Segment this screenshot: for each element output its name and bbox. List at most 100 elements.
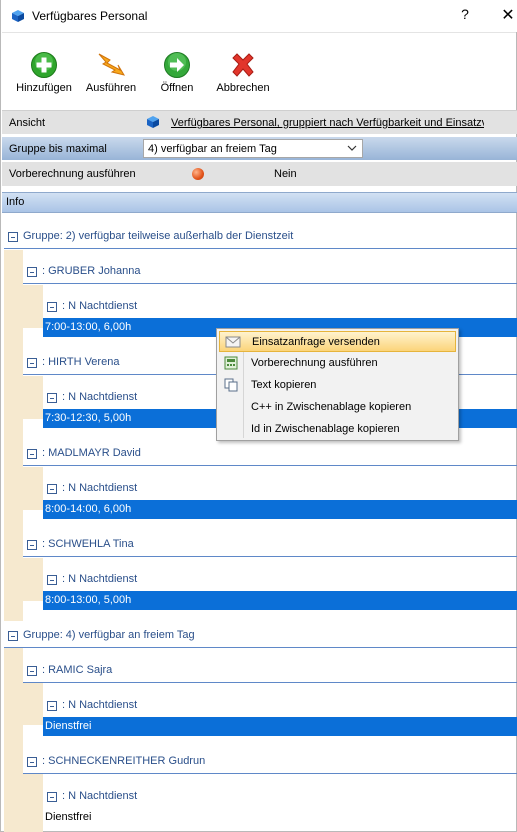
detail-text: 7:30-12:30, 5,00h xyxy=(45,412,132,424)
cancel-label: Abbrechen xyxy=(216,82,270,94)
collapse-icon[interactable] xyxy=(47,701,57,711)
context-menu: Einsatzanfrage versenden Vorberechnung a… xyxy=(216,328,459,441)
person-name: : MADLMAYR David xyxy=(42,447,141,459)
collapse-icon[interactable] xyxy=(47,302,57,312)
collapse-icon[interactable] xyxy=(8,232,18,242)
indent-band xyxy=(23,467,43,510)
indent-band xyxy=(23,558,43,601)
group-label: Gruppe: 4) verfügbar an freiem Tag xyxy=(23,629,195,641)
indent-band xyxy=(23,682,43,725)
menu-item-label: C++ in Zwischenablage kopieren xyxy=(251,401,412,413)
person-node[interactable]: : SCHNECKENREITHER Gudrun xyxy=(27,753,507,773)
indent-band xyxy=(4,647,23,832)
add-label: Hinzufügen xyxy=(16,82,72,94)
cancel-button[interactable]: Abbrechen xyxy=(215,51,271,94)
collapse-icon[interactable] xyxy=(27,267,37,277)
shift-label: : N Nachtdienst xyxy=(62,391,138,403)
shift-node[interactable]: : N Nachtdienst xyxy=(47,571,507,591)
person-name: : SCHWEHLA Tina xyxy=(42,538,134,550)
open-label: Öffnen xyxy=(160,82,194,94)
collapse-icon[interactable] xyxy=(27,757,37,767)
close-button[interactable]: ✕ xyxy=(498,5,517,25)
run-label: Ausführen xyxy=(85,82,137,94)
menu-item-id-kopieren[interactable]: Id in Zwischenablage kopieren xyxy=(219,419,456,440)
detail-row[interactable]: 8:00-13:00, 5,00h xyxy=(43,591,517,610)
menu-item-vorberechnung[interactable]: Vorberechnung ausführen xyxy=(219,353,456,374)
indent-band xyxy=(4,250,23,621)
detail-text: 8:00-13:00, 5,00h xyxy=(45,594,132,606)
collapse-icon[interactable] xyxy=(27,358,37,368)
detail-row[interactable]: 8:00-14:00, 6,00h xyxy=(43,500,517,519)
gruppe-select-value: 4) verfügbar an freiem Tag xyxy=(148,143,277,155)
ansicht-row: Ansicht Verfügbares Personal, gruppiert … xyxy=(2,110,517,134)
vorberechnung-row: Vorberechnung ausführen Nein xyxy=(2,162,517,186)
toolbar: Hinzufügen Ausführen Öffnen Abbrechen xyxy=(2,32,516,104)
shift-label: : N Nachtdienst xyxy=(62,573,138,585)
divider xyxy=(4,647,517,648)
person-node[interactable]: : MADLMAYR David xyxy=(27,445,507,465)
menu-item-label: Einsatzanfrage versenden xyxy=(252,336,380,348)
divider xyxy=(23,465,517,466)
collapse-icon[interactable] xyxy=(47,575,57,585)
status-dot-icon[interactable] xyxy=(192,168,204,180)
indent-band xyxy=(23,773,43,832)
vorberechnung-value: Nein xyxy=(274,168,297,180)
chevron-down-icon xyxy=(347,141,357,158)
divider xyxy=(23,556,517,557)
shift-label: : N Nachtdienst xyxy=(62,300,138,312)
divider xyxy=(23,773,517,774)
info-header-label: Info xyxy=(6,196,25,208)
collapse-icon[interactable] xyxy=(47,393,57,403)
shift-label: : N Nachtdienst xyxy=(62,699,138,711)
group-node[interactable]: Gruppe: 4) verfügbar an freiem Tag xyxy=(8,627,508,647)
cube-icon xyxy=(11,9,25,26)
collapse-icon[interactable] xyxy=(47,792,57,802)
menu-item-label: Text kopieren xyxy=(251,379,317,391)
collapse-icon[interactable] xyxy=(27,449,37,459)
person-node[interactable]: : GRUBER Johanna xyxy=(27,263,507,283)
help-button[interactable]: ? xyxy=(455,6,475,22)
collapse-icon[interactable] xyxy=(27,540,37,550)
shift-label: : N Nachtdienst xyxy=(62,790,138,802)
envelope-icon xyxy=(225,335,241,352)
person-node[interactable]: : RAMIC Sajra xyxy=(27,662,507,682)
detail-text: Dienstfrei xyxy=(45,811,92,823)
divider xyxy=(4,248,517,249)
lightning-icon xyxy=(84,51,138,79)
open-button[interactable]: Öffnen xyxy=(158,51,196,94)
detail-row[interactable]: Dienstfrei xyxy=(43,808,517,827)
menu-item-einsatzanfrage[interactable]: Einsatzanfrage versenden xyxy=(219,331,456,352)
run-button[interactable]: Ausführen xyxy=(84,51,138,94)
menu-item-cpp-kopieren[interactable]: C++ in Zwischenablage kopieren xyxy=(219,397,456,418)
ansicht-link[interactable]: Verfügbares Personal, gruppiert nach Ver… xyxy=(171,117,484,129)
copy-icon xyxy=(224,378,238,395)
calculator-icon xyxy=(224,356,238,373)
menu-item-text-kopieren[interactable]: Text kopieren xyxy=(219,375,456,396)
collapse-icon[interactable] xyxy=(8,631,18,641)
gruppe-select[interactable]: 4) verfügbar an freiem Tag xyxy=(143,139,363,158)
collapse-icon[interactable] xyxy=(47,484,57,494)
shift-node[interactable]: : N Nachtdienst xyxy=(47,480,507,500)
shift-node[interactable]: : N Nachtdienst xyxy=(47,298,507,318)
person-name: : HIRTH Verena xyxy=(42,356,120,368)
person-name: : GRUBER Johanna xyxy=(42,265,141,277)
info-header: Info xyxy=(2,192,517,213)
cube-icon xyxy=(146,115,160,132)
vorberechnung-label: Vorberechnung ausführen xyxy=(9,168,136,180)
collapse-icon[interactable] xyxy=(27,666,37,676)
group-label: Gruppe: 2) verfügbar teilweise außerhalb… xyxy=(23,230,294,242)
shift-node[interactable]: : N Nachtdienst xyxy=(47,788,507,808)
dialog-window: Verfügbares Personal ? ✕ Hinzufügen Ausf… xyxy=(0,0,517,832)
add-button[interactable]: Hinzufügen xyxy=(16,51,72,94)
detail-row[interactable]: Dienstfrei xyxy=(43,717,517,736)
divider xyxy=(23,283,517,284)
detail-text: Dienstfrei xyxy=(45,720,92,732)
person-node[interactable]: : SCHWEHLA Tina xyxy=(27,536,507,556)
menu-item-label: Vorberechnung ausführen xyxy=(251,357,378,369)
group-node[interactable]: Gruppe: 2) verfügbar teilweise außerhalb… xyxy=(8,228,508,248)
person-name: : SCHNECKENREITHER Gudrun xyxy=(42,755,206,767)
ansicht-label: Ansicht xyxy=(9,117,46,129)
shift-label: : N Nachtdienst xyxy=(62,482,138,494)
shift-node[interactable]: : N Nachtdienst xyxy=(47,697,507,717)
detail-text: 8:00-14:00, 6,00h xyxy=(45,503,132,515)
